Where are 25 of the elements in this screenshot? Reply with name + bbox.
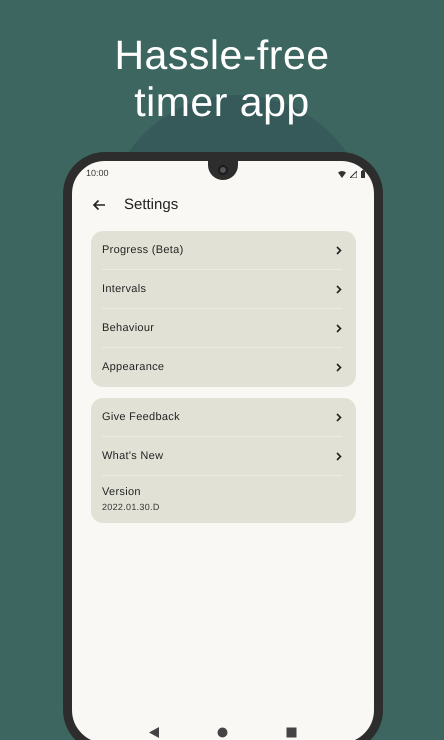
home-nav-icon[interactable]: [217, 727, 228, 738]
battery-icon: [361, 170, 365, 178]
settings-item[interactable]: Behaviour: [102, 320, 154, 336]
chevron-icon: [336, 284, 342, 294]
signal-icon: [350, 170, 357, 178]
settings-item[interactable]: Appearance: [102, 359, 164, 376]
back-button[interactable]: [92, 199, 106, 211]
status-time: 10:00: [86, 167, 109, 180]
settings-item[interactable]: Give Feedback: [102, 408, 180, 426]
screen-title: Settings: [124, 194, 178, 215]
chevron-icon: [336, 412, 342, 422]
back-nav-icon[interactable]: [148, 727, 160, 738]
settings-item[interactable]: Intervals: [102, 280, 146, 298]
chevron-icon: [336, 324, 342, 332]
chevron-icon: [336, 452, 342, 460]
version-label: Version: [102, 485, 141, 500]
camera-icon: [218, 165, 228, 175]
settings-item[interactable]: What's New: [102, 448, 164, 464]
chevron-icon: [336, 363, 342, 372]
chevron-icon: [336, 246, 342, 254]
recents-nav-icon[interactable]: [286, 727, 298, 738]
wifi-icon: [338, 170, 346, 178]
settings-item[interactable]: Progress (Beta): [102, 242, 184, 258]
headline: Hassle-free timer app: [113, 31, 331, 127]
version-number: 2022.01.30.D: [102, 500, 160, 514]
